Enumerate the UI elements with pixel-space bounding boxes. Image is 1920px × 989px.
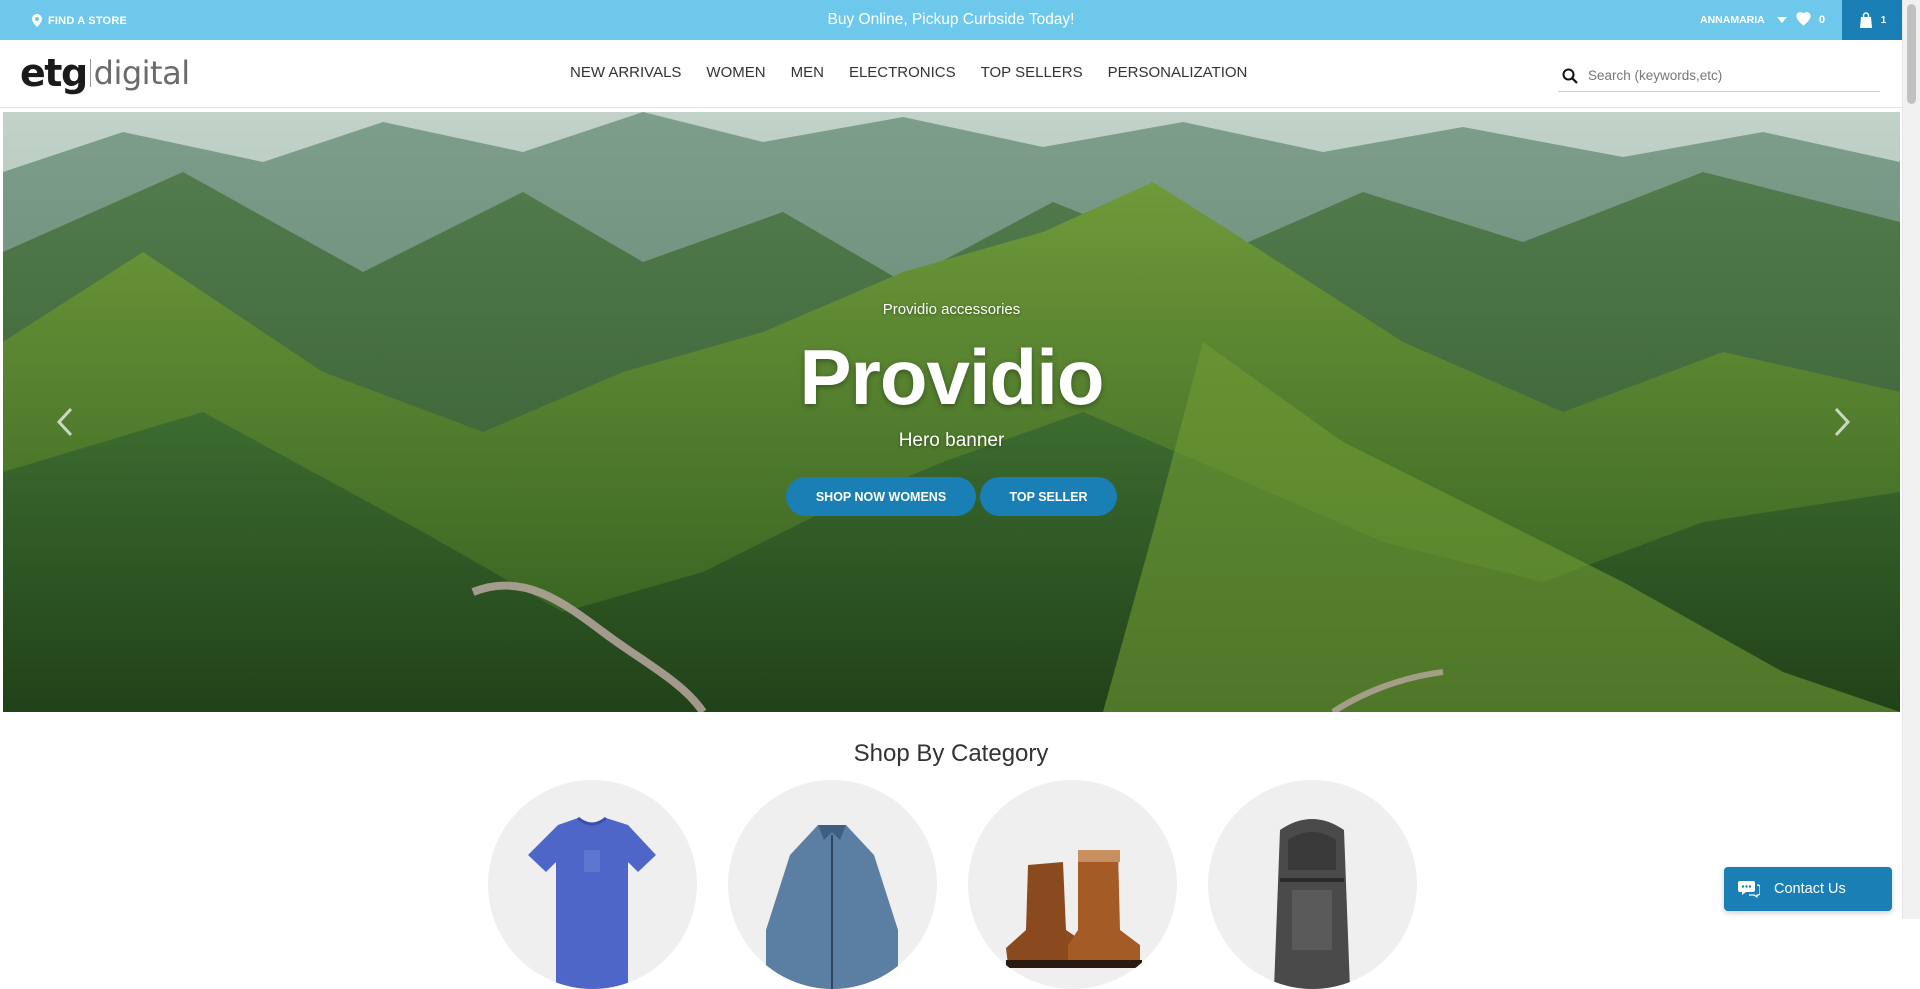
page-scrollbar[interactable]	[1902, 0, 1920, 919]
scrollbar-thumb[interactable]	[1907, 4, 1916, 104]
site-header: etg digital NEW ARRIVALS WOMEN MEN ELECT…	[0, 40, 1902, 108]
chevron-left-icon	[56, 407, 73, 437]
shop-by-category-heading: Shop By Category	[853, 740, 1049, 767]
cart-count: 1	[1880, 14, 1887, 26]
hero-subtitle: Hero banner	[898, 430, 1005, 451]
wishlist-button[interactable]: 0	[1795, 12, 1825, 27]
category-jacket[interactable]	[728, 780, 937, 989]
hero-buttons: SHOP NOW WOMENS TOP SELLER	[3, 477, 1900, 516]
cart-button[interactable]: 1	[1842, 0, 1902, 40]
account-name: ANNAMARIA	[1700, 14, 1765, 26]
search-input[interactable]	[1588, 68, 1868, 83]
hero-content: Providio accessories Providio Hero banne…	[3, 112, 1900, 712]
category-boots[interactable]	[968, 780, 1177, 989]
category-backpack[interactable]	[1208, 780, 1417, 989]
shopping-bag-icon	[1859, 12, 1872, 28]
logo-sub-text: digital	[93, 54, 190, 92]
nav-item-top-sellers[interactable]: TOP SELLERS	[981, 64, 1083, 81]
nav-item-men[interactable]: MEN	[791, 64, 824, 81]
nav-item-personalization[interactable]: PERSONALIZATION	[1108, 64, 1248, 81]
site-logo[interactable]: etg digital	[20, 50, 190, 96]
jacket-icon	[766, 825, 898, 989]
carousel-next-button[interactable]	[1826, 397, 1856, 447]
wishlist-count: 0	[1819, 13, 1826, 26]
contact-us-chat-button[interactable]: Contact Us	[1724, 867, 1892, 911]
nav-item-women[interactable]: WOMEN	[706, 64, 765, 81]
chevron-right-icon	[1834, 407, 1851, 437]
promo-message: Buy Online, Pickup Curbside Today!	[827, 11, 1075, 28]
contact-us-label: Contact Us	[1774, 881, 1846, 897]
logo-main-text: etg	[20, 51, 88, 95]
main-nav: NEW ARRIVALS WOMEN MEN ELECTRONICS TOP S…	[570, 64, 1272, 81]
heart-icon	[1796, 12, 1811, 27]
logo-divider	[89, 59, 91, 87]
category-list	[488, 780, 1417, 989]
nav-item-new-arrivals[interactable]: NEW ARRIVALS	[570, 64, 681, 81]
announcement-bar: FIND A STORE Buy Online, Pickup Curbside…	[0, 0, 1920, 40]
nav-item-electronics[interactable]: ELECTRONICS	[849, 64, 956, 81]
backpack-icon	[1274, 819, 1350, 989]
carousel-prev-button[interactable]	[51, 397, 81, 447]
tshirt-icon	[528, 816, 656, 989]
shop-now-womens-button[interactable]: SHOP NOW WOMENS	[786, 477, 976, 516]
hero-title: Providio	[799, 333, 1104, 421]
top-seller-button[interactable]: TOP SELLER	[980, 477, 1117, 516]
boot-icon	[1006, 850, 1142, 968]
hero-banner: Providio accessories Providio Hero banne…	[3, 112, 1900, 712]
chat-bubble-icon	[1738, 881, 1760, 899]
hero-kicker: Providio accessories	[882, 301, 1021, 318]
category-tshirt[interactable]	[488, 780, 697, 989]
chevron-down-icon	[1776, 17, 1787, 23]
search-bar	[1558, 60, 1880, 92]
account-menu[interactable]: ANNAMARIA	[1700, 14, 1787, 26]
search-icon	[1562, 68, 1578, 84]
